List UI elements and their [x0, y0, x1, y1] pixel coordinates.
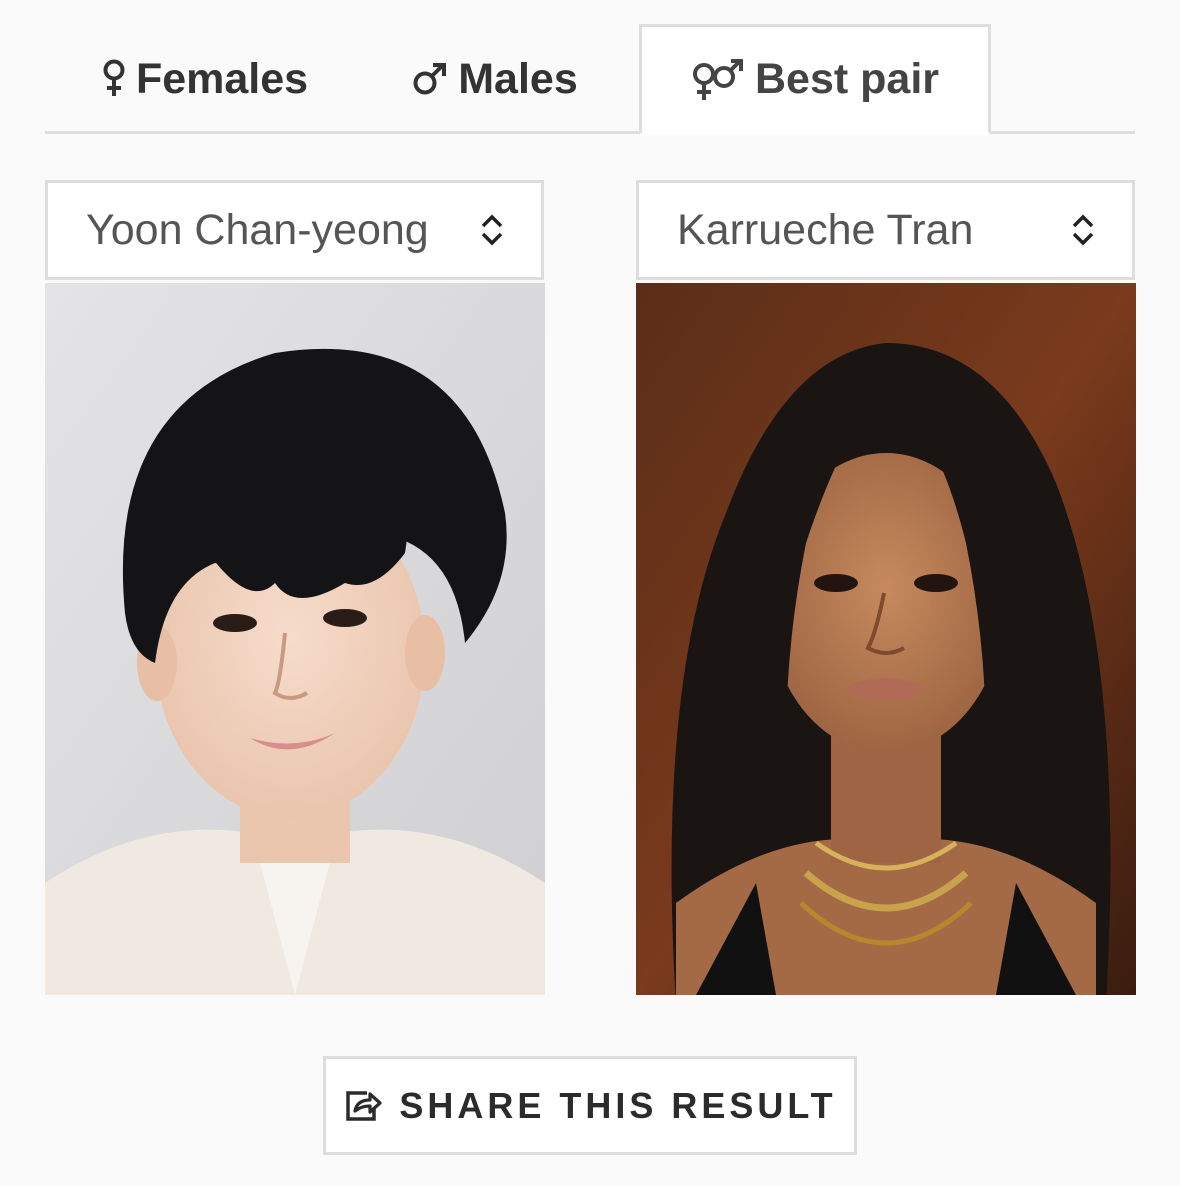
male-icon: [412, 62, 448, 96]
tab-females-label: Females: [135, 54, 309, 103]
tab-best-pair-label: Best pair: [754, 55, 939, 103]
select-male-person[interactable]: Yoon Chan-yeong: [45, 180, 544, 280]
gender-pair-icon: [691, 58, 745, 102]
share-icon: [343, 1089, 383, 1123]
share-result-button[interactable]: SHARE THIS RESULT: [323, 1056, 857, 1155]
gender-tabs: Females Males Best pair: [45, 24, 1135, 135]
select-left-value: Yoon Chan-yeong: [86, 205, 429, 254]
photo-right-portrait: [636, 283, 1136, 995]
photo-left-portrait: [45, 283, 545, 995]
share-button-label: SHARE THIS RESULT: [399, 1084, 837, 1126]
tab-males-label: Males: [458, 54, 578, 103]
tab-females[interactable]: Females: [85, 24, 325, 134]
tab-best-pair[interactable]: Best pair: [639, 24, 991, 135]
female-icon: [102, 59, 126, 99]
select-female-person[interactable]: Karrueche Tran: [636, 180, 1135, 280]
page: Females Males Best pair Yoon Chan-yeong …: [0, 0, 1180, 1186]
select-caret-icon: [1070, 212, 1096, 248]
tab-males[interactable]: Males: [405, 24, 585, 134]
select-right-value: Karrueche Tran: [677, 205, 974, 254]
select-caret-icon: [479, 212, 505, 248]
